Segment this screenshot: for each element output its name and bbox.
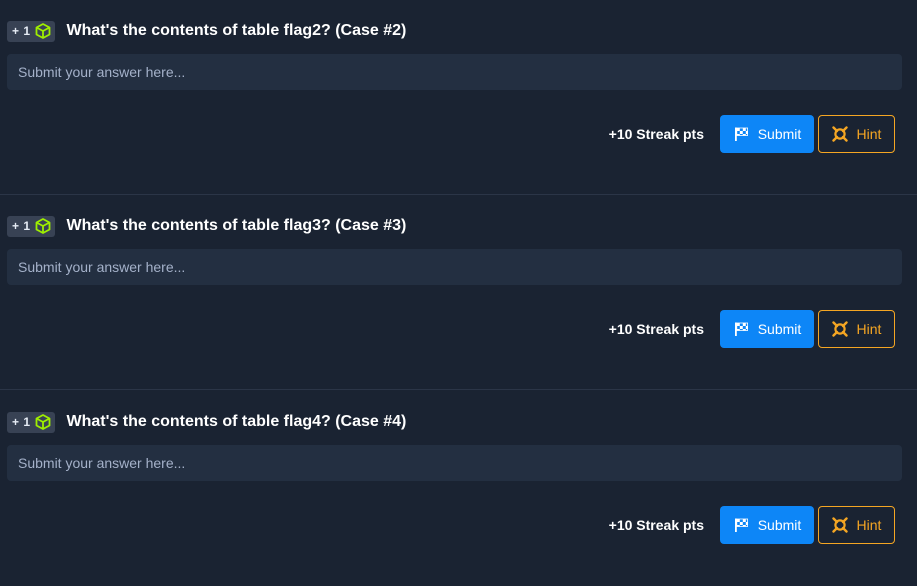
hint-button[interactable]: Hint (818, 506, 895, 544)
submit-button-label: Submit (757, 126, 802, 142)
task-actions: +10 Streak pts Submit Hint (609, 310, 895, 348)
task-card: + 1 What's the contents of table flag4? … (0, 391, 917, 586)
points-badge: + 1 (7, 411, 55, 433)
answer-input[interactable] (7, 445, 902, 481)
task-header: + 1 What's the contents of table flag3? … (7, 215, 406, 237)
cube-icon (35, 414, 51, 430)
cube-icon (35, 23, 51, 39)
points-badge-label: + 1 (12, 219, 31, 233)
streak-points-label: +10 Streak pts (608, 126, 704, 142)
task-actions: +10 Streak pts Submit Hint (609, 506, 895, 544)
task-card: + 1 What's the contents of table flag3? … (0, 195, 917, 390)
points-badge: + 1 (7, 20, 55, 42)
hint-button[interactable]: Hint (818, 115, 895, 153)
hint-button-label: Hint (856, 517, 882, 533)
submit-button[interactable]: Submit (720, 115, 814, 153)
flag-icon (733, 126, 749, 142)
flag-icon (733, 321, 749, 337)
hint-button[interactable]: Hint (818, 310, 895, 348)
task-header: + 1 What's the contents of table flag2? … (7, 20, 406, 42)
points-badge-label: + 1 (12, 24, 31, 38)
hint-button-label: Hint (856, 126, 882, 142)
hint-button-label: Hint (856, 321, 882, 337)
points-badge: + 1 (7, 215, 55, 237)
answer-input[interactable] (7, 249, 902, 285)
hint-icon (831, 126, 848, 142)
task-actions: +10 Streak pts Submit Hint (609, 115, 895, 153)
submit-button-label: Submit (757, 321, 802, 337)
flag-icon (733, 517, 749, 533)
question-title: What's the contents of table flag4? (Cas… (66, 413, 407, 430)
cube-icon (35, 218, 51, 234)
question-title: What's the contents of table flag3? (Cas… (66, 217, 407, 234)
submit-button[interactable]: Submit (720, 506, 814, 544)
hint-icon (831, 517, 848, 533)
submit-button[interactable]: Submit (720, 310, 814, 348)
points-badge-label: + 1 (12, 415, 31, 429)
task-header: + 1 What's the contents of table flag4? … (7, 411, 406, 433)
question-title: What's the contents of table flag2? (Cas… (66, 22, 407, 39)
task-card: + 1 What's the contents of table flag2? … (0, 0, 917, 195)
answer-input[interactable] (7, 54, 902, 90)
streak-points-label: +10 Streak pts (608, 321, 704, 337)
submit-button-label: Submit (757, 517, 802, 533)
streak-points-label: +10 Streak pts (608, 517, 704, 533)
hint-icon (831, 321, 848, 337)
